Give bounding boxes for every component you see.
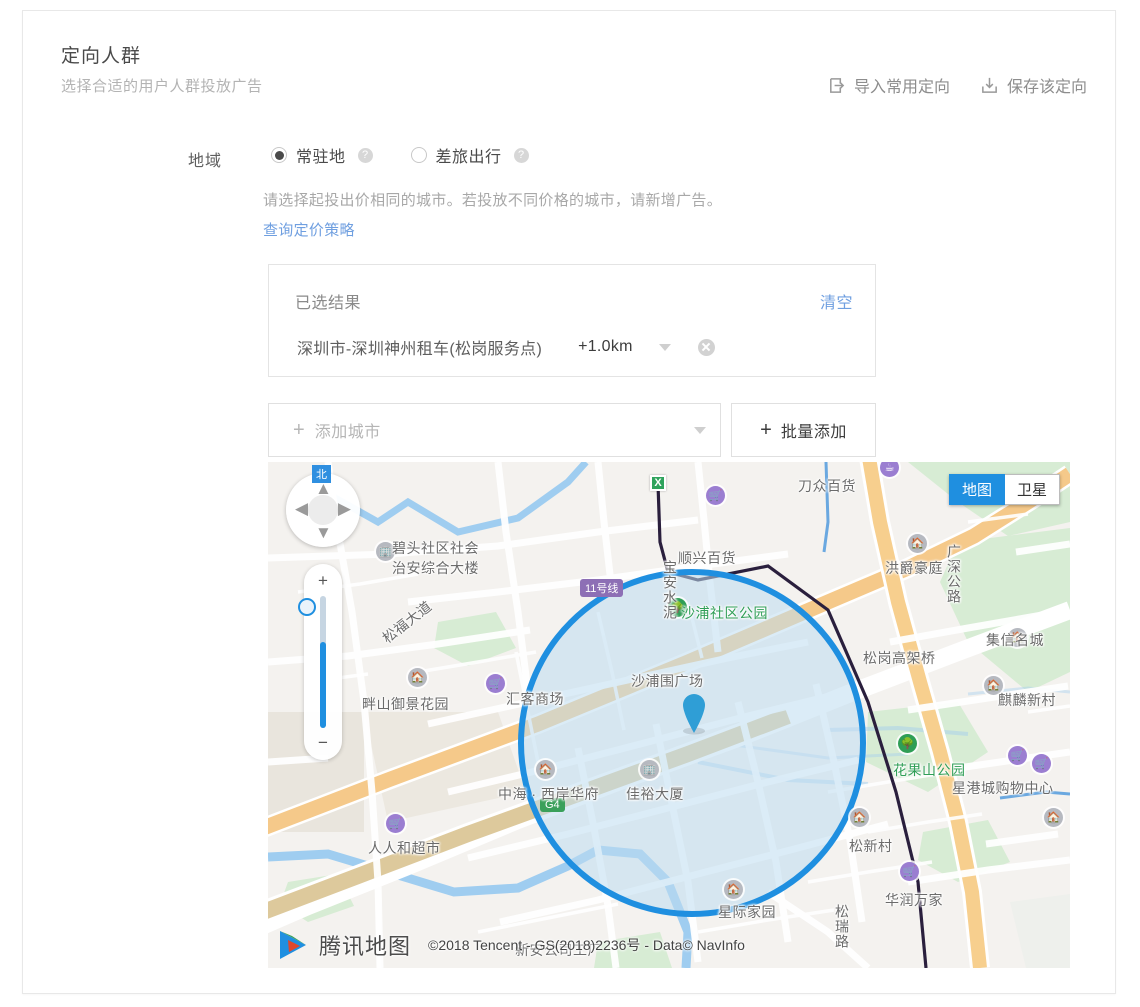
pan-hub[interactable] [308, 495, 338, 525]
zoom-in-button[interactable]: + [304, 568, 342, 594]
home-poi-icon: 🏠 [850, 808, 869, 827]
import-targeting-button[interactable]: 导入常用定向 [827, 73, 950, 97]
import-arrow-icon [827, 76, 846, 95]
selected-result-row: 深圳市-深圳神州租车(松岗服务点) +1.0km [297, 335, 855, 359]
pricing-strategy-link[interactable]: 查询定价策略 [263, 219, 355, 240]
radio-residence-dot [271, 147, 287, 163]
tencent-map-brand: 腾讯地图 [319, 934, 412, 959]
map-attribution: 腾讯地图 ©2018 Tencent - GS(2018)2236号 - Dat… [276, 928, 745, 962]
park-poi-icon: 🌳 [668, 598, 687, 617]
shop-poi-icon: 🛒 [1032, 754, 1051, 773]
remove-location-icon[interactable] [697, 338, 715, 356]
batch-add-plus-icon: + [760, 419, 772, 441]
north-indicator: 北 [312, 465, 331, 483]
home-poi-icon: 🏠 [908, 534, 927, 553]
zoom-slider-track[interactable] [320, 596, 326, 728]
import-targeting-label: 导入常用定向 [853, 79, 950, 96]
region-field-label: 地域 [188, 153, 223, 170]
travel-help-icon[interactable]: ? [513, 147, 529, 163]
chevron-down-icon [694, 426, 706, 434]
radio-residence[interactable]: 常驻地 ? [271, 143, 373, 167]
clear-all-link[interactable]: 清空 [820, 289, 853, 313]
region-radio-group: 常驻地 ? 差旅出行 ? [271, 143, 529, 167]
header-actions: 导入常用定向 保存该定向 [827, 73, 1087, 97]
map-copyright-text: ©2018 Tencent - GS(2018)2236号 - Data© Na… [428, 937, 745, 953]
map-type-satellite[interactable]: 卫星 [1004, 474, 1060, 505]
add-city-plus-icon: + [293, 419, 305, 441]
page-subtitle: 选择合适的用户人群投放广告 [61, 78, 263, 95]
add-city-select[interactable]: + 添加城市 [268, 403, 721, 457]
building-poi-icon: 🏢 [376, 542, 395, 561]
home-poi-icon: 🏠 [1008, 628, 1027, 647]
shop-poi-icon: 🛒 [386, 814, 405, 833]
save-download-icon [980, 76, 999, 95]
save-targeting-button[interactable]: 保存该定向 [980, 73, 1087, 97]
shop-poi-icon: 🛒 [706, 486, 725, 505]
map-type-map[interactable]: 地图 [948, 474, 1005, 505]
map-type-switch: 地图 卫星 [948, 474, 1060, 505]
region-hint-text: 请选择起投出价相同的城市。若投放不同价格的城市，请新增广告。 [263, 192, 723, 209]
radio-travel-dot [410, 147, 427, 163]
home-poi-icon: 🏠 [536, 760, 555, 779]
add-city-label: 添加城市 [314, 424, 381, 441]
radio-travel-label: 差旅出行 [435, 149, 502, 166]
pan-left-icon[interactable]: ◀ [295, 500, 308, 517]
selected-results-title: 已选结果 [295, 295, 362, 312]
radio-residence-label: 常驻地 [296, 149, 346, 166]
metro-line-shield: 11号线 [580, 579, 624, 597]
zoom-out-button[interactable]: − [304, 730, 342, 756]
home-poi-icon: 🏠 [984, 676, 1003, 695]
selected-results-box: 已选结果 清空 深圳市-深圳神州租车(松岗服务点) +1.0km [268, 264, 876, 377]
batch-add-button[interactable]: + 批量添加 [731, 403, 876, 457]
tencent-map-logo-icon [276, 928, 310, 962]
park-poi-icon: 🌳 [898, 734, 917, 753]
selected-location-name: 深圳市-深圳神州租车(松岗服务点) [297, 341, 543, 358]
map-pan-control[interactable]: ▲ ▼ ◀ ▶ [286, 473, 360, 547]
home-poi-icon: 🏠 [408, 668, 427, 687]
targeting-card: 定向人群 选择合适的用户人群投放广告 导入常用定向 保存该定向 地域 常驻地 ?… [22, 10, 1116, 994]
zoom-slider-thumb[interactable] [298, 598, 316, 616]
map-zoom-control[interactable]: + − [298, 564, 342, 760]
shop-poi-icon: 🛒 [1008, 746, 1027, 765]
save-targeting-label: 保存该定向 [1006, 79, 1087, 96]
shop-poi-icon: 🛒 [486, 674, 505, 693]
zoom-slider-fill [320, 642, 326, 728]
selected-location-radius: +1.0km [578, 338, 633, 355]
page-title: 定向人群 [61, 46, 142, 67]
building-poi-icon: 🏢 [640, 760, 659, 779]
home-poi-icon: 🏠 [724, 880, 743, 899]
highway-shield: G4 [540, 798, 565, 812]
residence-help-icon[interactable]: ? [357, 147, 373, 163]
radius-dropdown-icon[interactable] [658, 343, 671, 351]
home-poi-icon: 🏠 [1044, 808, 1063, 827]
pan-right-icon[interactable]: ▶ [338, 500, 351, 517]
radio-travel[interactable]: 差旅出行 ? [410, 143, 529, 167]
map-basemap [268, 462, 1070, 968]
metro-station-icon: X [650, 475, 666, 491]
map-canvas[interactable]: X 11号线 G4 🛒 ☕ 🏢 🌳 🏠 🏠 🏠 🌳 🛒 🛒 🏠 🏠 🏢 🛒 🏠 … [268, 462, 1070, 968]
batch-add-label: 批量添加 [780, 424, 847, 441]
pan-down-icon[interactable]: ▼ [315, 524, 332, 541]
shop-poi-icon: 🛒 [900, 862, 919, 881]
